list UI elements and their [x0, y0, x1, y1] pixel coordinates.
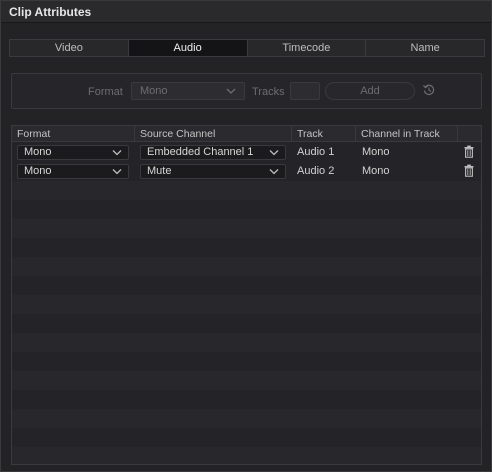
column-header-source-channel: Source Channel	[135, 126, 292, 142]
format-select[interactable]: Mono	[131, 82, 245, 100]
empty-row	[12, 333, 481, 352]
tab-video[interactable]: Video	[10, 40, 129, 56]
empty-row	[12, 390, 481, 409]
table-header: Format Source Channel Track Channel in T…	[12, 126, 481, 142]
table-row: Mono Embedded Channel 1 Audio 1 Mono	[12, 143, 481, 162]
empty-row	[12, 428, 481, 447]
trash-icon[interactable]	[463, 164, 475, 177]
row-track: Audio 2	[297, 165, 335, 177]
chevron-down-icon	[269, 146, 279, 159]
chevron-down-icon	[269, 165, 279, 178]
format-label: Format	[88, 86, 123, 98]
row-format-select[interactable]: Mono	[17, 145, 129, 160]
column-header-track: Track	[292, 126, 356, 142]
chevron-down-icon	[112, 165, 122, 178]
clip-attributes-window: Clip Attributes Video Audio Timecode Nam…	[0, 0, 492, 472]
empty-row	[12, 352, 481, 371]
trash-icon[interactable]	[463, 145, 475, 158]
add-button[interactable]: Add	[325, 82, 415, 100]
tab-audio[interactable]: Audio	[128, 40, 248, 56]
empty-row	[12, 276, 481, 295]
row-source-channel-value: Embedded Channel 1	[147, 146, 254, 158]
column-header-channel-in-track: Channel in Track	[356, 126, 458, 142]
empty-row	[12, 371, 481, 390]
reset-icon[interactable]	[422, 83, 436, 97]
empty-row	[12, 238, 481, 257]
audio-tracks-table: Format Source Channel Track Channel in T…	[11, 125, 482, 465]
column-header-format: Format	[12, 126, 135, 142]
row-source-channel-value: Mute	[147, 165, 172, 177]
row-track: Audio 1	[297, 146, 335, 158]
format-select-value: Mono	[140, 85, 168, 97]
empty-row	[12, 257, 481, 276]
tab-name[interactable]: Name	[366, 40, 484, 56]
column-header-actions	[458, 126, 481, 142]
row-channel-in-track: Mono	[362, 146, 390, 158]
row-source-channel-select[interactable]: Mute	[140, 164, 286, 179]
tab-bar: Video Audio Timecode Name	[9, 39, 485, 57]
chevron-down-icon	[226, 83, 236, 104]
tracks-input[interactable]	[290, 82, 320, 100]
empty-row	[12, 219, 481, 238]
row-format-value: Mono	[24, 146, 52, 158]
title-bar: Clip Attributes	[1, 1, 491, 23]
row-channel-in-track: Mono	[362, 165, 390, 177]
empty-row	[12, 200, 481, 219]
chevron-down-icon	[112, 146, 122, 159]
row-format-select[interactable]: Mono	[17, 164, 129, 179]
empty-row	[12, 314, 481, 333]
empty-row	[12, 409, 481, 428]
row-source-channel-select[interactable]: Embedded Channel 1	[140, 145, 286, 160]
empty-row	[12, 295, 481, 314]
row-format-value: Mono	[24, 165, 52, 177]
table-row: Mono Mute Audio 2 Mono	[12, 162, 481, 181]
tracks-label: Tracks	[252, 86, 285, 98]
window-title: Clip Attributes	[9, 5, 92, 19]
add-tracks-panel: Format Mono Tracks Add	[11, 73, 482, 109]
tab-timecode[interactable]: Timecode	[248, 40, 367, 56]
empty-row	[12, 447, 481, 464]
empty-row	[12, 181, 481, 200]
